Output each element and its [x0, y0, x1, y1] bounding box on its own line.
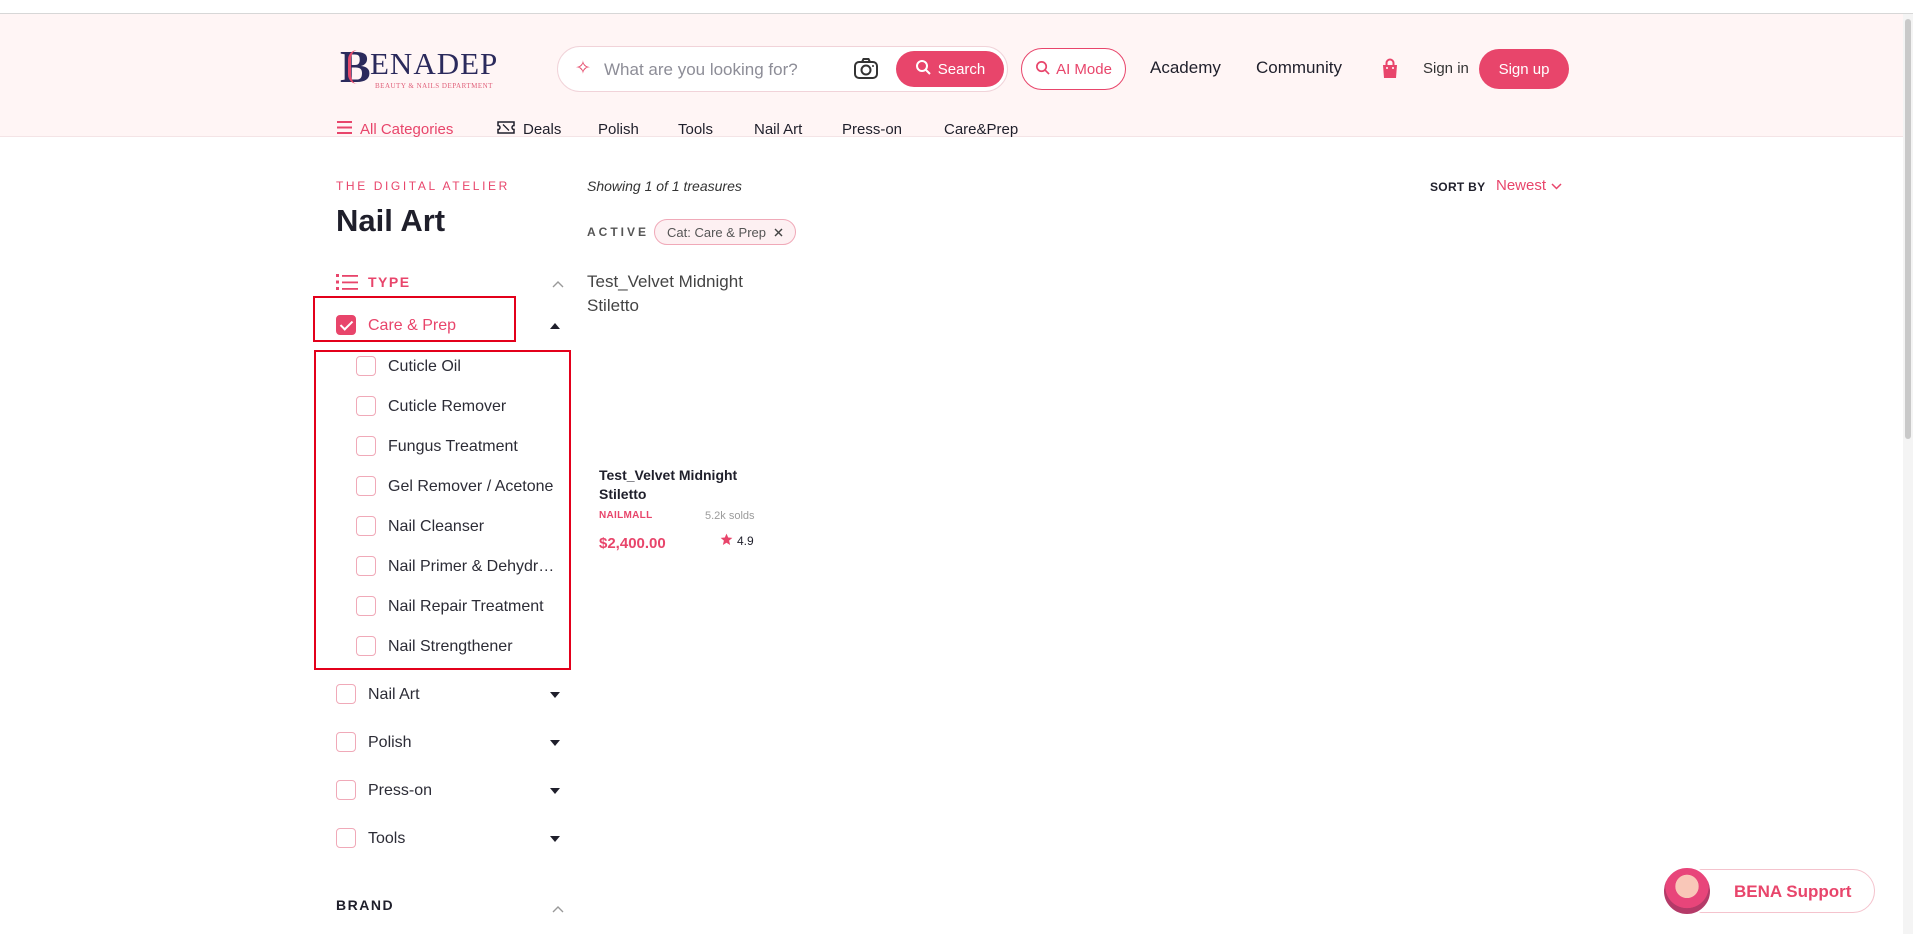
- page-eyebrow: THE DIGITAL ATELIER: [336, 179, 510, 193]
- product-image[interactable]: Test_Velvet Midnight Stiletto: [587, 270, 765, 450]
- list-icon: [336, 273, 358, 296]
- sort-value: Newest: [1496, 177, 1547, 194]
- star-icon: [720, 533, 733, 549]
- page-title: Nail Art: [336, 203, 446, 238]
- checkbox[interactable]: [336, 684, 356, 704]
- type-filter-header[interactable]: TYPE: [336, 272, 566, 292]
- close-icon[interactable]: [774, 225, 783, 240]
- product-rating: 4.9: [720, 533, 754, 549]
- category-press-on[interactable]: Press-on: [336, 777, 566, 805]
- sign-in-link[interactable]: Sign in: [1423, 60, 1469, 77]
- chevron-down-icon: [1551, 177, 1562, 194]
- chevron-up-icon: [552, 275, 568, 291]
- category-polish[interactable]: Polish: [336, 729, 566, 757]
- browser-top-strip: [0, 0, 1913, 14]
- ai-mode-button[interactable]: AI Mode: [1021, 48, 1126, 90]
- search-icon: [915, 59, 931, 79]
- checkbox[interactable]: [336, 828, 356, 848]
- logo-subtitle: BEAUTY & NAILS DEPARTMENT: [375, 82, 493, 90]
- chevron-up-icon[interactable]: [552, 900, 568, 916]
- site-header: B ENADEP BEAUTY & NAILS DEPARTMENT ✧ Sea…: [0, 14, 1913, 138]
- active-filter-chip[interactable]: Cat: Care & Prep: [654, 219, 796, 245]
- caret-down-icon[interactable]: [550, 836, 560, 842]
- nav-press-on[interactable]: Press-on: [842, 121, 902, 138]
- caret-down-icon[interactable]: [550, 692, 560, 698]
- shopping-bag-icon[interactable]: [1380, 58, 1400, 80]
- highlight-box-care-prep: [313, 296, 516, 342]
- nav-academy[interactable]: Academy: [1150, 58, 1221, 78]
- caret-down-icon[interactable]: [550, 788, 560, 794]
- active-filter-label: Cat: Care & Prep: [667, 224, 766, 240]
- results-count: Showing 1 of 1 treasures: [587, 178, 742, 194]
- category-nail-art[interactable]: Nail Art: [336, 681, 566, 709]
- support-chat-button[interactable]: BENA Support: [1662, 866, 1875, 916]
- ai-search-icon: [1035, 60, 1050, 79]
- nav-deals[interactable]: Deals: [497, 121, 561, 138]
- caret-up-icon[interactable]: [550, 323, 560, 329]
- caret-down-icon[interactable]: [550, 740, 560, 746]
- category-label: Polish: [368, 734, 412, 751]
- nav-care-prep[interactable]: Care&Prep: [944, 121, 1018, 138]
- nav-tools[interactable]: Tools: [678, 121, 713, 138]
- highlight-box-subcategories: [314, 350, 571, 670]
- search-button-label: Search: [937, 60, 986, 78]
- checkbox[interactable]: [336, 732, 356, 752]
- nav-deals-label: Deals: [523, 121, 562, 138]
- category-tools[interactable]: Tools: [336, 825, 566, 853]
- category-label: Press-on: [368, 782, 433, 799]
- product-price: $2,400.00: [599, 535, 666, 552]
- category-label: Nail Art: [368, 686, 420, 703]
- search-bar: ✧ Search: [557, 46, 1008, 92]
- logo-initial: B: [340, 41, 371, 92]
- type-heading: TYPE: [368, 274, 411, 290]
- support-label: BENA Support: [1734, 882, 1852, 901]
- ticket-icon: [497, 121, 515, 138]
- scrollbar-thumb[interactable]: [1905, 19, 1911, 439]
- ai-mode-label: AI Mode: [1056, 60, 1112, 78]
- category-label: Tools: [368, 830, 406, 847]
- hamburger-icon: [337, 121, 352, 138]
- search-button[interactable]: Search: [896, 51, 1004, 87]
- product-name[interactable]: Test_Velvet Midnight Stiletto: [599, 466, 759, 504]
- search-input[interactable]: [604, 56, 834, 84]
- product-store[interactable]: NAILMALL: [599, 510, 653, 521]
- page-scrollbar[interactable]: [1903, 14, 1913, 934]
- logo-text: ENADEP: [370, 46, 499, 81]
- nav-nail-art[interactable]: Nail Art: [754, 121, 802, 138]
- all-categories-menu[interactable]: All Categories: [337, 121, 453, 138]
- sparkle-icon: ✧: [575, 58, 591, 79]
- brand-filter-heading[interactable]: BRAND: [336, 897, 394, 913]
- sort-dropdown[interactable]: Newest: [1496, 177, 1562, 194]
- sort-by-label: SORT BY: [1430, 180, 1486, 194]
- nav-polish[interactable]: Polish: [598, 121, 639, 138]
- checkbox[interactable]: [336, 780, 356, 800]
- all-categories-label: All Categories: [360, 121, 454, 138]
- camera-search-icon[interactable]: [853, 57, 879, 81]
- rating-value: 4.9: [737, 534, 754, 548]
- nav-community[interactable]: Community: [1256, 58, 1342, 78]
- product-sold-count: 5.2k solds: [705, 510, 755, 522]
- sign-up-button[interactable]: Sign up: [1479, 49, 1569, 89]
- support-avatar: [1662, 866, 1712, 916]
- active-filters-label: ACTIVE: [587, 225, 650, 239]
- benadep-logo[interactable]: B ENADEP BEAUTY & NAILS DEPARTMENT: [340, 41, 530, 92]
